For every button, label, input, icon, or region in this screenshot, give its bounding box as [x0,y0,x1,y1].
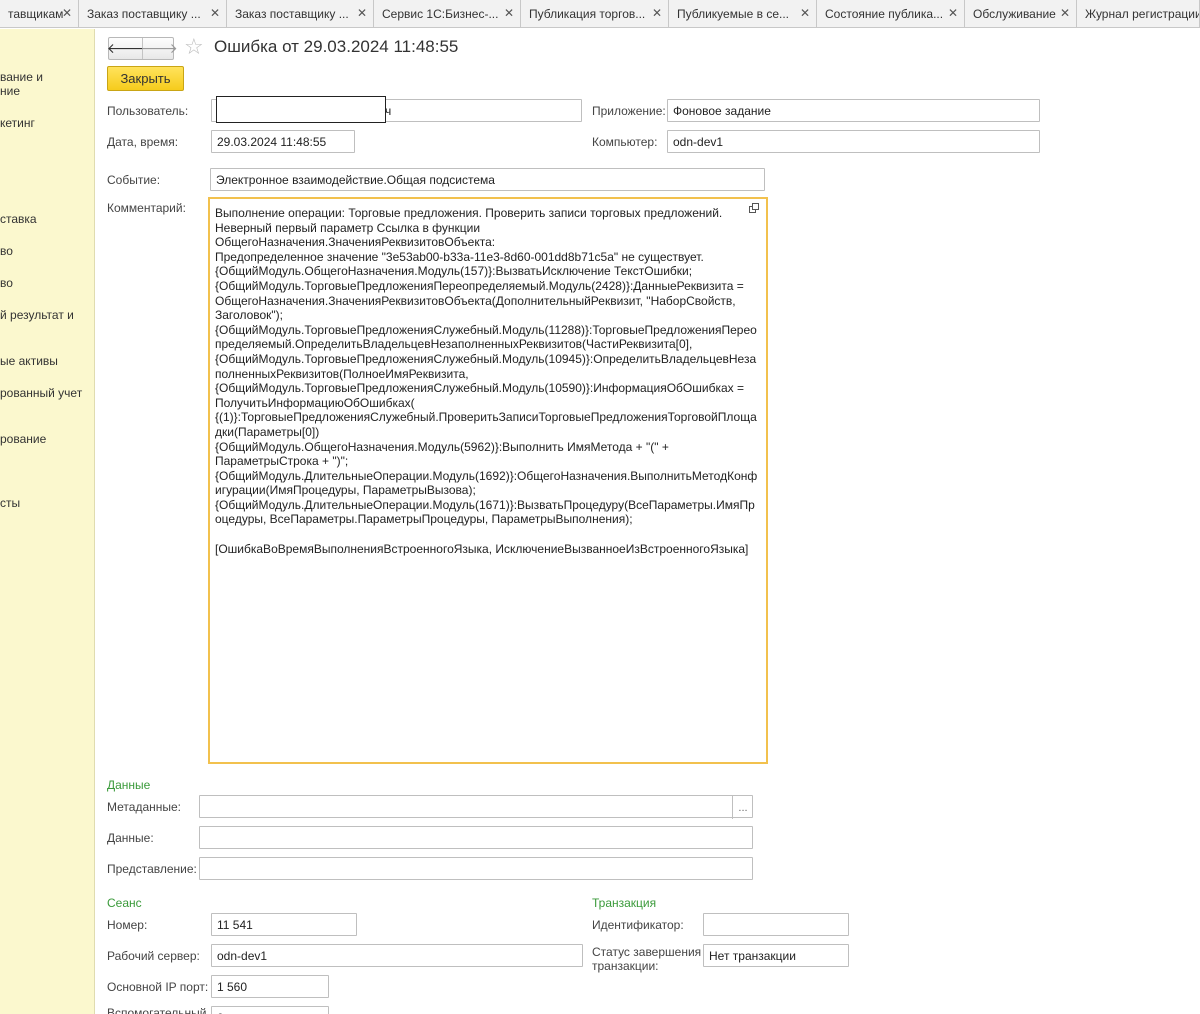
open-window-icon[interactable] [749,203,759,213]
section-item[interactable]: ставка [0,212,37,226]
section-item[interactable]: рованный учет [0,386,82,400]
transaction-section-title: Транзакция [592,896,657,910]
comment-label: Комментарий: [107,201,186,215]
presentation-label: Представление: [107,862,197,876]
select-button[interactable]: ... [732,796,753,819]
tab-maintenance[interactable]: Обслуживание ✕ [965,0,1077,27]
close-icon[interactable]: ✕ [652,7,662,19]
server-field[interactable]: odn-dev1 [211,944,583,967]
tab-supplier-order-2[interactable]: Заказ поставщику ... ✕ [227,0,374,27]
tx-status-field[interactable]: Нет транзакции [703,944,849,967]
app-label: Приложение: [592,104,666,118]
metadata-label: Метаданные: [107,800,182,814]
section-item[interactable]: вание и [0,70,43,84]
ip-port-label: Основной IP порт: [107,980,209,994]
close-icon[interactable]: ✕ [210,7,220,19]
tab-published[interactable]: Публикуемые в се... ✕ [669,0,817,27]
close-icon[interactable]: ✕ [62,7,72,19]
close-icon[interactable]: ✕ [1060,7,1070,19]
section-item[interactable]: во [0,244,13,258]
tab-label: Публикация торгов... [529,7,646,21]
tab-label: тавщикам [8,7,64,21]
star-icon[interactable]: ☆ [184,35,204,59]
tab-supplier-order-1[interactable]: Заказ поставщику ... ✕ [79,0,227,27]
user-label: Пользователь: [107,104,189,118]
app-field[interactable]: Фоновое задание [667,99,1040,122]
aux-port-field[interactable]: 0 [211,1006,329,1014]
datetime-label: Дата, время: [107,135,179,149]
data-section-title: Данные [107,778,151,792]
tab-label: Публикуемые в се... [677,7,789,21]
section-item[interactable]: рование [0,432,46,446]
tx-id-label: Идентификатор: [592,918,684,932]
event-label: Событие: [107,173,161,187]
tab-label: Обслуживание [973,7,1056,21]
close-icon[interactable]: ✕ [800,7,810,19]
back-button[interactable]: 🡐 [107,38,145,59]
close-icon[interactable]: ✕ [357,7,367,19]
tab-publication-state[interactable]: Состояние публика... ✕ [817,0,965,27]
tab-label: Сервис 1С:Бизнес-... [382,7,499,21]
computer-field[interactable]: odn-dev1 [667,130,1040,153]
nav-buttons: 🡐 🡒 [107,37,178,60]
tab-bar: тавщикам ✕ Заказ поставщику ... ✕ Заказ по… [0,0,1200,28]
redaction-box [216,96,386,123]
session-section-title: Сеанс [107,896,142,910]
tab-event-log[interactable]: Журнал регистрации [1077,0,1200,27]
close-button[interactable]: Закрыть [107,66,184,91]
tx-status-label-line2: транзакции: [592,959,659,973]
page-title: Ошибка от 29.03.2024 11:48:55 [214,37,459,56]
close-icon[interactable]: ✕ [948,7,958,19]
tab-publication[interactable]: Публикация торгов... ✕ [521,0,669,27]
section-item[interactable]: ые активы [0,354,58,368]
section-item[interactable]: кетинг [0,116,35,130]
tab-business-service[interactable]: Сервис 1С:Бизнес-... ✕ [374,0,521,27]
forward-button[interactable]: 🡒 [140,38,178,59]
tab-suppliers[interactable]: тавщикам ✕ [0,0,79,27]
comment-textarea[interactable]: Выполнение операции: Торговые предложени… [208,197,768,764]
close-icon[interactable]: ✕ [504,7,514,19]
tab-label: Состояние публика... [825,7,944,21]
ip-port-field[interactable]: 1 560 [211,975,329,998]
tab-label: Заказ поставщику ... [235,7,349,21]
computer-label: Компьютер: [592,135,658,149]
event-field[interactable]: Электронное взаимодействие.Общая подсист… [210,168,765,191]
section-item[interactable]: й результат и [0,308,74,322]
aux-port-label: Вспомогательный [107,1006,207,1014]
data-field[interactable] [199,826,753,849]
section-item[interactable]: ние [0,84,20,98]
sections-panel: вание и ние кетинг ставка во во й резуль… [0,29,95,1014]
tx-id-field[interactable] [703,913,849,936]
presentation-field[interactable] [199,857,753,880]
section-item[interactable]: во [0,276,13,290]
metadata-field[interactable] [199,795,753,818]
section-item[interactable]: сты [0,496,20,510]
error-form: 🡐 🡒 ☆ Ошибка от 29.03.2024 11:48:55 Закр… [96,29,1200,1014]
number-field[interactable]: 11 541 [211,913,357,936]
tab-label: Журнал регистрации [1085,7,1200,21]
data-label: Данные: [107,831,154,845]
server-label: Рабочий сервер: [107,949,200,963]
tab-label: Заказ поставщику ... [87,7,201,21]
number-label: Номер: [107,918,148,932]
datetime-field[interactable]: 29.03.2024 11:48:55 [211,130,355,153]
tx-status-label: Статус завершения [592,945,702,959]
